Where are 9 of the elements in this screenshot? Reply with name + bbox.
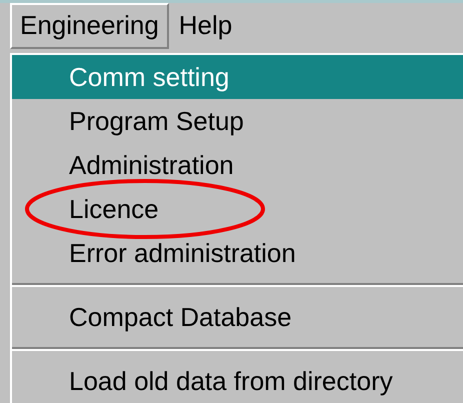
menu-title[interactable]: Help <box>168 3 242 49</box>
menu-item[interactable]: Error administration <box>12 231 463 275</box>
menu-item[interactable]: Program Setup <box>12 99 463 143</box>
menu-item[interactable]: Compact Database <box>12 295 463 339</box>
menu-item[interactable]: Load old data from directory <box>12 359 463 403</box>
menu-item[interactable]: Licence <box>12 187 463 231</box>
menu-title[interactable]: Engineering <box>10 3 169 49</box>
menu-item[interactable]: Administration <box>12 143 463 187</box>
menu-item[interactable]: Comm setting <box>12 55 463 99</box>
